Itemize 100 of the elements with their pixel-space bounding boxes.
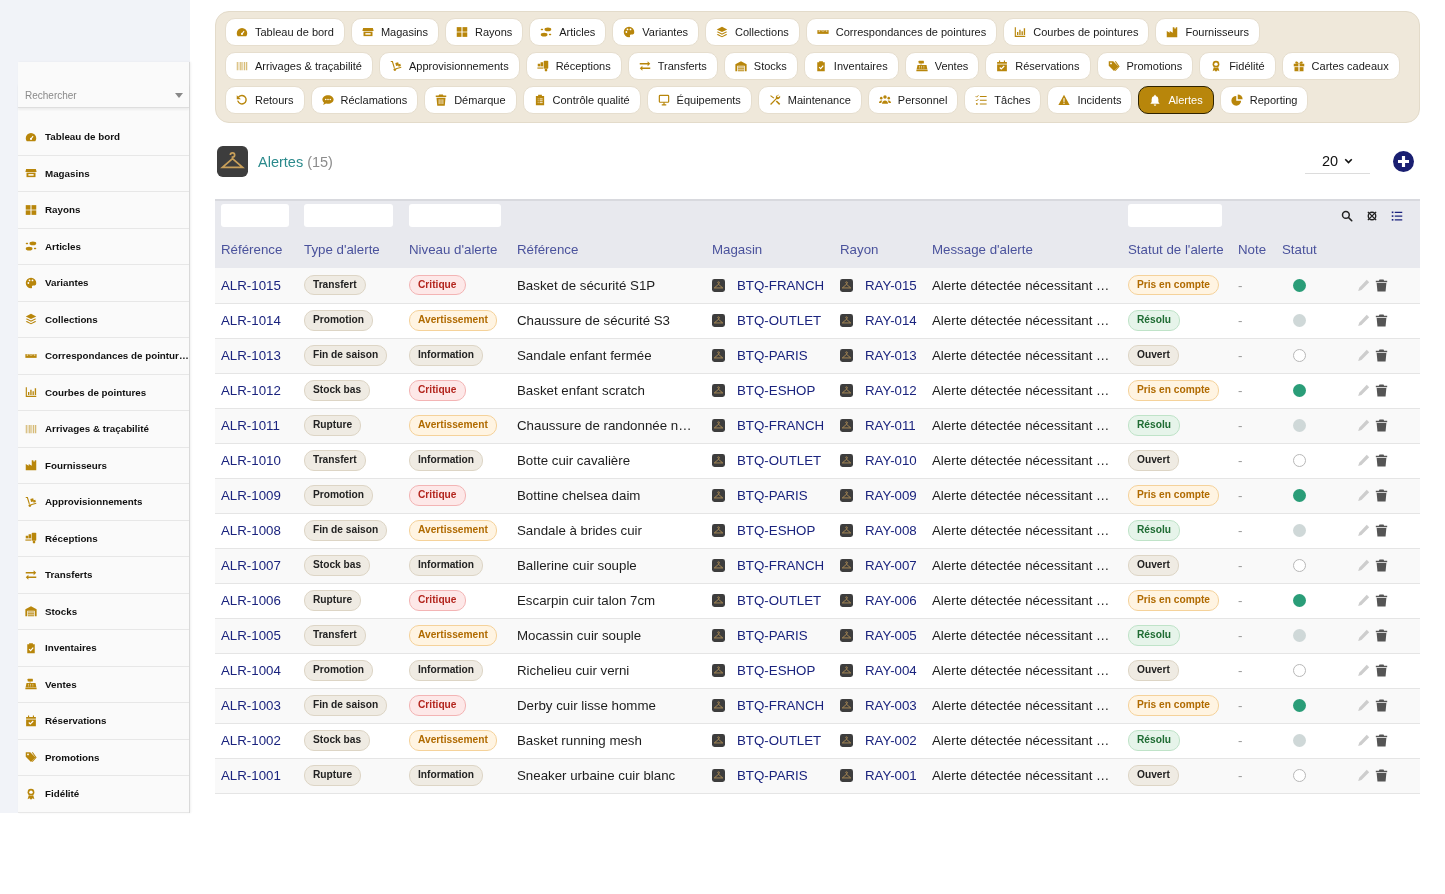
aisle-link[interactable]: RAY-004 xyxy=(865,663,917,678)
reference-link[interactable]: ALR-1012 xyxy=(221,383,281,398)
nav-button[interactable]: Démarque xyxy=(424,86,517,114)
reference-link[interactable]: ALR-1005 xyxy=(221,628,281,643)
reference-link[interactable]: ALR-1008 xyxy=(221,523,281,538)
store-link[interactable]: BTQ-OUTLET xyxy=(737,453,822,468)
caret-icon[interactable] xyxy=(175,92,183,98)
sidebar-item[interactable]: Fidélité xyxy=(18,776,189,813)
trash-icon[interactable] xyxy=(1375,664,1388,677)
reference-link[interactable]: ALR-1002 xyxy=(221,733,281,748)
trash-icon[interactable] xyxy=(1375,559,1388,572)
store-link[interactable]: BTQ-ESHOP xyxy=(737,383,816,398)
store-link[interactable]: BTQ-OUTLET xyxy=(737,733,822,748)
nav-button[interactable]: Incidents xyxy=(1047,86,1133,114)
column-header[interactable]: Rayon xyxy=(834,230,926,268)
aisle-link[interactable]: RAY-008 xyxy=(865,523,917,538)
aisle-link[interactable]: RAY-015 xyxy=(865,277,917,293)
sidebar-item[interactable]: Inventaires xyxy=(18,630,189,667)
nav-button[interactable]: Correspondances de pointures xyxy=(805,18,998,46)
store-link[interactable]: BTQ-FRANCH xyxy=(737,418,825,433)
nav-button[interactable]: Rayons xyxy=(445,18,524,46)
nav-button[interactable]: Fidélité xyxy=(1199,52,1276,80)
column-header[interactable]: Magasin xyxy=(706,230,834,268)
crossed-circle-icon[interactable] xyxy=(1366,209,1378,222)
trash-icon[interactable] xyxy=(1375,489,1388,502)
nav-button[interactable]: Équipements xyxy=(646,86,752,114)
aisle-link[interactable]: RAY-011 xyxy=(865,418,916,433)
trash-icon[interactable] xyxy=(1375,699,1388,712)
aisle-link[interactable]: RAY-005 xyxy=(865,628,917,643)
nav-button[interactable]: Transferts xyxy=(627,52,718,80)
column-header[interactable]: Statut de l'alerte xyxy=(1122,230,1232,268)
nav-button[interactable]: Arrivages & traçabilité xyxy=(225,52,373,80)
trash-icon[interactable] xyxy=(1375,314,1388,327)
list-icon[interactable] xyxy=(1391,209,1403,222)
reference-link[interactable]: ALR-1015 xyxy=(221,277,281,293)
trash-icon[interactable] xyxy=(1375,454,1388,467)
store-link[interactable]: BTQ-PARIS xyxy=(737,348,808,363)
nav-button[interactable]: Promotions xyxy=(1096,52,1194,80)
aisle-link[interactable]: RAY-009 xyxy=(865,488,917,503)
plus-icon[interactable] xyxy=(1393,151,1414,172)
store-link[interactable]: BTQ-OUTLET xyxy=(737,313,822,328)
reference-link[interactable]: ALR-1011 xyxy=(221,418,280,433)
column-header[interactable]: Message d'alerte xyxy=(926,230,1122,268)
aisle-link[interactable]: RAY-007 xyxy=(865,558,917,573)
search-field[interactable]: Rechercher xyxy=(25,86,175,104)
nav-button[interactable]: Tâches xyxy=(964,86,1042,114)
column-header[interactable]: Niveau d'alerte xyxy=(403,230,511,268)
store-link[interactable]: BTQ-FRANCH xyxy=(737,277,825,293)
reference-link[interactable]: ALR-1013 xyxy=(221,348,281,363)
nav-button[interactable]: Personnel xyxy=(867,86,959,114)
nav-button[interactable]: Maintenance xyxy=(757,86,862,114)
reference-link[interactable]: ALR-1010 xyxy=(221,453,281,468)
aisle-link[interactable]: RAY-001 xyxy=(865,768,917,783)
store-link[interactable]: BTQ-ESHOP xyxy=(737,663,816,678)
aisle-link[interactable]: RAY-002 xyxy=(865,733,917,748)
aisle-link[interactable]: RAY-003 xyxy=(865,698,917,713)
store-link[interactable]: BTQ-PARIS xyxy=(737,768,808,783)
sidebar-item[interactable]: Réceptions xyxy=(18,520,189,557)
aisle-link[interactable]: RAY-014 xyxy=(865,313,917,328)
nav-button[interactable]: Cartes cadeaux xyxy=(1281,52,1400,80)
page-size-select[interactable]: 20 xyxy=(1305,149,1370,174)
trash-icon[interactable] xyxy=(1375,384,1388,397)
sidebar-item[interactable]: Rayons xyxy=(18,192,189,229)
reference-link[interactable]: ALR-1003 xyxy=(221,698,281,713)
nav-button[interactable]: Tableau de bord xyxy=(225,18,345,46)
nav-button[interactable]: Approvisionnements xyxy=(379,52,520,80)
sidebar-item[interactable]: Ventes xyxy=(18,666,189,703)
nav-button[interactable]: Retours xyxy=(225,86,305,114)
trash-icon[interactable] xyxy=(1375,524,1388,537)
column-header[interactable]: Type d'alerte xyxy=(298,230,403,268)
aisle-link[interactable]: RAY-010 xyxy=(865,453,917,468)
sidebar-item[interactable]: Collections xyxy=(18,301,189,338)
aisle-link[interactable]: RAY-006 xyxy=(865,593,917,608)
nav-button[interactable]: Collections xyxy=(705,18,800,46)
trash-icon[interactable] xyxy=(1375,629,1388,642)
reference-link[interactable]: ALR-1006 xyxy=(221,593,281,608)
column-header[interactable]: Note xyxy=(1232,230,1276,268)
store-link[interactable]: BTQ-OUTLET xyxy=(737,593,822,608)
column-header[interactable]: Référence xyxy=(511,230,706,268)
store-link[interactable]: BTQ-ESHOP xyxy=(737,523,816,538)
trash-icon[interactable] xyxy=(1375,419,1388,432)
trash-icon[interactable] xyxy=(1375,769,1388,782)
nav-button[interactable]: Stocks xyxy=(723,52,798,80)
store-link[interactable]: BTQ-FRANCH xyxy=(737,558,825,573)
reference-link[interactable]: ALR-1009 xyxy=(221,488,281,503)
reference-link[interactable]: ALR-1001 xyxy=(221,768,281,783)
nav-button[interactable]: Reporting xyxy=(1219,86,1309,114)
column-header[interactable]: Statut xyxy=(1276,230,1340,268)
store-link[interactable]: BTQ-PARIS xyxy=(737,628,808,643)
nav-button[interactable]: Articles xyxy=(529,18,607,46)
sidebar-item[interactable]: Promotions xyxy=(18,739,189,776)
store-link[interactable]: BTQ-PARIS xyxy=(737,488,808,503)
reference-link[interactable]: ALR-1007 xyxy=(221,558,281,573)
sidebar-item[interactable]: Correspondances de pointur… xyxy=(18,338,189,375)
reference-link[interactable]: ALR-1004 xyxy=(221,663,281,678)
sidebar-item[interactable]: Réservations xyxy=(18,703,189,740)
nav-button[interactable]: Inventaires xyxy=(803,52,899,80)
sidebar-item[interactable]: Courbes de pointures xyxy=(18,374,189,411)
sidebar-item[interactable]: Stocks xyxy=(18,593,189,630)
search-icon[interactable] xyxy=(1341,209,1353,222)
